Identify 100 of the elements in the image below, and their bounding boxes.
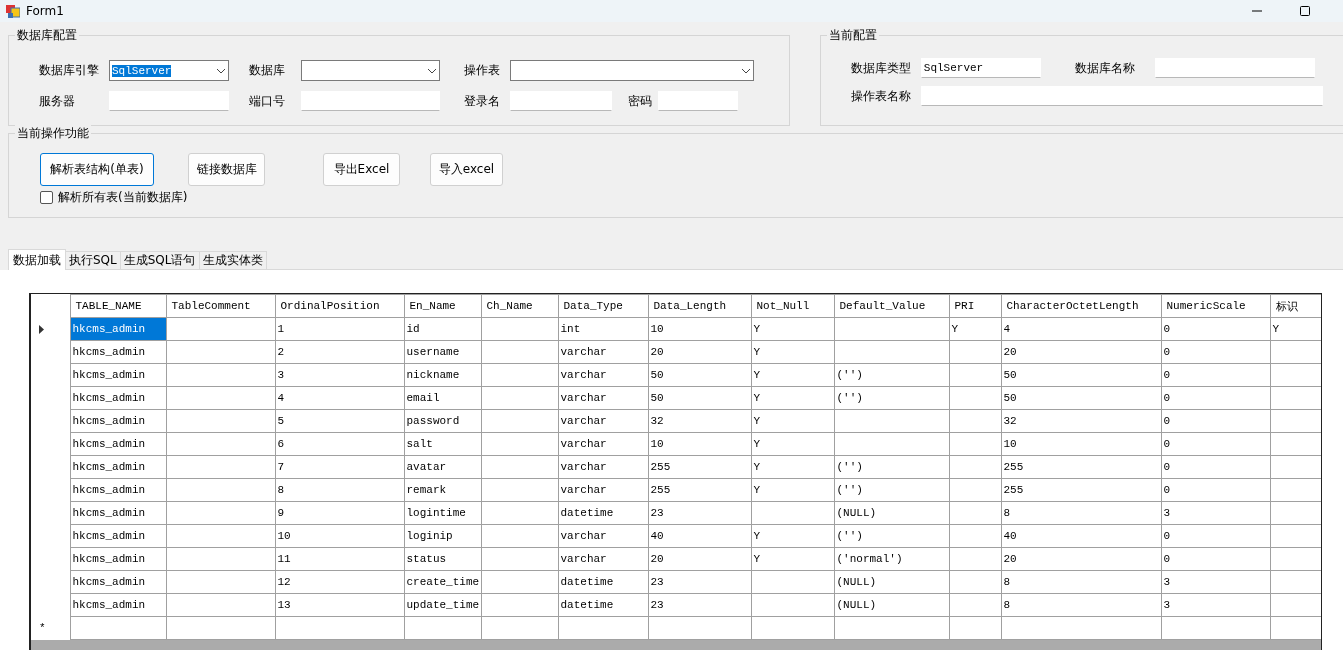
- column-header[interactable]: PRI: [949, 294, 1001, 318]
- table-cell: 32: [648, 409, 751, 433]
- column-header[interactable]: NumericScale: [1161, 294, 1270, 318]
- column-header[interactable]: CharacterOctetLength: [1001, 294, 1161, 318]
- column-header[interactable]: Data_Type: [558, 294, 648, 318]
- input-field[interactable]: [1154, 58, 1315, 78]
- table-cell: Y: [949, 317, 1001, 341]
- table-cell: 255: [1001, 478, 1161, 502]
- table-cell: 8: [275, 478, 404, 502]
- column-header[interactable]: Not_Null: [751, 294, 834, 318]
- input-field[interactable]: [658, 91, 738, 111]
- table-cell: id: [404, 317, 481, 341]
- table-cell: varchar: [558, 409, 648, 433]
- table-cell: [949, 432, 1001, 456]
- table-cell: Y: [751, 455, 834, 479]
- table-cell: (''): [834, 478, 949, 502]
- tab[interactable]: 数据加载: [8, 249, 66, 270]
- table-cell: 20: [648, 547, 751, 571]
- table-cell: create_time: [404, 570, 481, 594]
- table-cell: 20: [648, 340, 751, 364]
- column-header[interactable]: 标识: [1270, 294, 1321, 318]
- table-cell: datetime: [558, 570, 648, 594]
- table-cell: 3: [1161, 593, 1270, 617]
- table-cell: 0: [1161, 524, 1270, 548]
- table-cell: 40: [1001, 524, 1161, 548]
- table-cell: [949, 409, 1001, 433]
- column-header[interactable]: Default_Value: [834, 294, 949, 318]
- table-cell: [949, 547, 1001, 571]
- table-cell: 5: [275, 409, 404, 433]
- table-cell: 40: [648, 524, 751, 548]
- maximize-icon: [1300, 6, 1310, 16]
- table-cell: datetime: [558, 593, 648, 617]
- table-cell: hkcms_admin: [70, 455, 166, 479]
- table-cell: varchar: [558, 524, 648, 548]
- table-cell: (''): [834, 524, 949, 548]
- table-cell: 11: [275, 547, 404, 571]
- input-field[interactable]: SqlServer: [920, 58, 1041, 78]
- chevron-down-icon: [427, 67, 437, 74]
- table-cell: [949, 501, 1001, 525]
- tab[interactable]: 生成SQL语句: [119, 251, 200, 269]
- table-cell: 0: [1161, 340, 1270, 364]
- table-cell: 0: [1161, 432, 1270, 456]
- column-header[interactable]: Data_Length: [648, 294, 751, 318]
- table-cell: 50: [1001, 386, 1161, 410]
- table-cell: salt: [404, 432, 481, 456]
- table-cell: 23: [648, 593, 751, 617]
- table-cell: Y: [751, 317, 834, 341]
- table-cell: 4: [1001, 317, 1161, 341]
- table-cell: 23: [648, 570, 751, 594]
- table-cell: Y: [751, 478, 834, 502]
- input-field[interactable]: [301, 91, 440, 111]
- table-cell: 3: [275, 363, 404, 387]
- group-title: 当前配置: [826, 27, 879, 43]
- table-cell: 10: [275, 524, 404, 548]
- column-header[interactable]: Ch_Name: [481, 294, 558, 318]
- group-title: 当前操作功能: [15, 125, 91, 141]
- action-button[interactable]: 导入excel: [430, 153, 503, 186]
- table-cell: Y: [751, 432, 834, 456]
- input-field[interactable]: [920, 86, 1323, 106]
- tab[interactable]: 执行SQL: [65, 251, 121, 269]
- column-header[interactable]: En_Name: [404, 294, 481, 318]
- table-cell: Y: [751, 386, 834, 410]
- field-label: 数据库类型: [850, 59, 912, 77]
- table-cell: update_time: [404, 593, 481, 617]
- column-header[interactable]: TableComment: [166, 294, 275, 318]
- table-cell: varchar: [558, 363, 648, 387]
- dropdown[interactable]: [510, 60, 754, 81]
- column-header[interactable]: OrdinalPosition: [275, 294, 404, 318]
- table-cell: varchar: [558, 386, 648, 410]
- table-cell: 50: [648, 386, 751, 410]
- table-cell: 255: [1001, 455, 1161, 479]
- table-cell: 0: [1161, 317, 1270, 341]
- chevron-down-icon: [216, 67, 226, 74]
- table-cell: (''): [834, 363, 949, 387]
- table-cell: 23: [648, 501, 751, 525]
- table-cell: [949, 363, 1001, 387]
- input-field[interactable]: [109, 91, 229, 111]
- dropdown[interactable]: SqlServer: [109, 60, 229, 81]
- table-cell: 0: [1161, 363, 1270, 387]
- table-cell: 0: [1161, 409, 1270, 433]
- table-cell: 12: [275, 570, 404, 594]
- all-tables-checkbox[interactable]: 解析所有表(当前数据库): [40, 189, 188, 206]
- table-cell: 255: [648, 455, 751, 479]
- window-title: Form1: [26, 4, 65, 18]
- table-cell: logintime: [404, 501, 481, 525]
- action-button[interactable]: 导出Excel: [323, 153, 400, 186]
- input-field[interactable]: [510, 91, 612, 111]
- action-button[interactable]: 解析表结构(单表): [40, 153, 154, 186]
- table-cell: 10: [648, 432, 751, 456]
- table-cell: 50: [1001, 363, 1161, 387]
- table-cell: 0: [1161, 455, 1270, 479]
- table-cell: [949, 478, 1001, 502]
- table-cell: 32: [1001, 409, 1161, 433]
- table-cell: hkcms_admin: [70, 340, 166, 364]
- table-cell: remark: [404, 478, 481, 502]
- tab[interactable]: 生成实体类: [198, 251, 267, 269]
- action-button[interactable]: 链接数据库: [188, 153, 265, 186]
- column-header[interactable]: TABLE_NAME: [70, 294, 166, 318]
- dropdown[interactable]: [301, 60, 440, 81]
- table-cell: Y: [751, 340, 834, 364]
